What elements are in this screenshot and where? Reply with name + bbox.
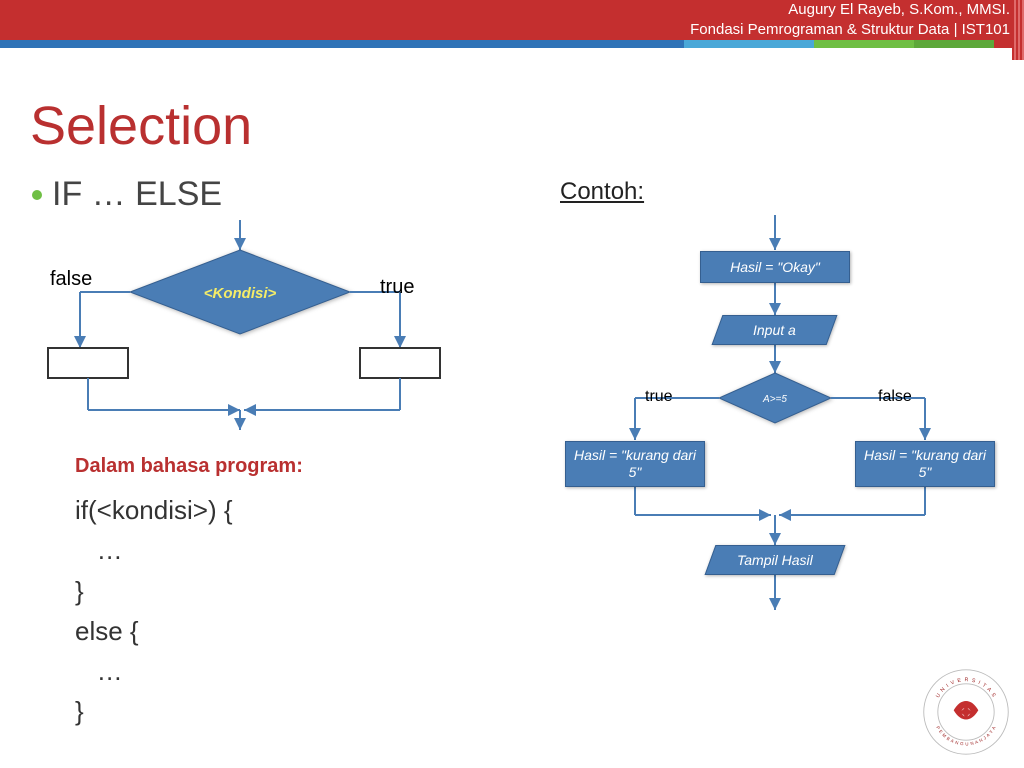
code-block: if(<kondisi>) { … } else { … } — [75, 490, 233, 732]
code-label: Dalam bahasa program: — [75, 455, 303, 478]
left-flowchart: <Kondisi> false true — [40, 220, 460, 420]
right-true-label: true — [645, 388, 673, 406]
slide-title: Selection — [30, 95, 252, 157]
color-stripe — [0, 40, 1024, 48]
subheading-text: IF … ELSE — [52, 175, 222, 214]
step-hasil-okay: Hasil = "Okay" — [700, 251, 850, 283]
author-line: Augury El Rayeb, S.Kom., MMSI. — [0, 0, 1024, 20]
left-flowchart-svg: <Kondisi> — [40, 220, 460, 430]
course-line: Fondasi Pemrograman & Struktur Data | IS… — [0, 20, 1024, 40]
bullet-icon — [32, 190, 42, 200]
subheading-row: IF … ELSE — [32, 175, 222, 214]
left-cond-text: <Kondisi> — [204, 285, 277, 302]
right-false-label: false — [878, 388, 912, 406]
step-output: Tampil Hasil — [705, 545, 846, 575]
right-cond-text: A>=5 — [762, 394, 787, 405]
step-input-a: Input a — [712, 315, 838, 345]
header-edge-decor — [1012, 0, 1024, 60]
svg-text:P E M B A N G U N A N J A Y: P E M B A N G U N A N J A Y A — [935, 725, 996, 746]
slide-header: Augury El Rayeb, S.Kom., MMSI. Fondasi P… — [0, 0, 1024, 60]
left-false-label: false — [50, 268, 92, 291]
university-logo: U N I V E R S I T A S P E M B A N G U N … — [922, 668, 1010, 756]
branch-true-box: Hasil = "kurang dari 5" — [565, 441, 705, 487]
branch-false-box: Hasil = "kurang dari 5" — [855, 441, 995, 487]
right-flowchart: A>=5 Hasil = "Okay" Input a true false H… — [545, 215, 1015, 645]
left-true-label: true — [380, 276, 414, 299]
example-label: Contoh: — [560, 178, 644, 206]
svg-text:U N I V E R S I T A S: U N I V E R S I T A S — [935, 677, 997, 699]
